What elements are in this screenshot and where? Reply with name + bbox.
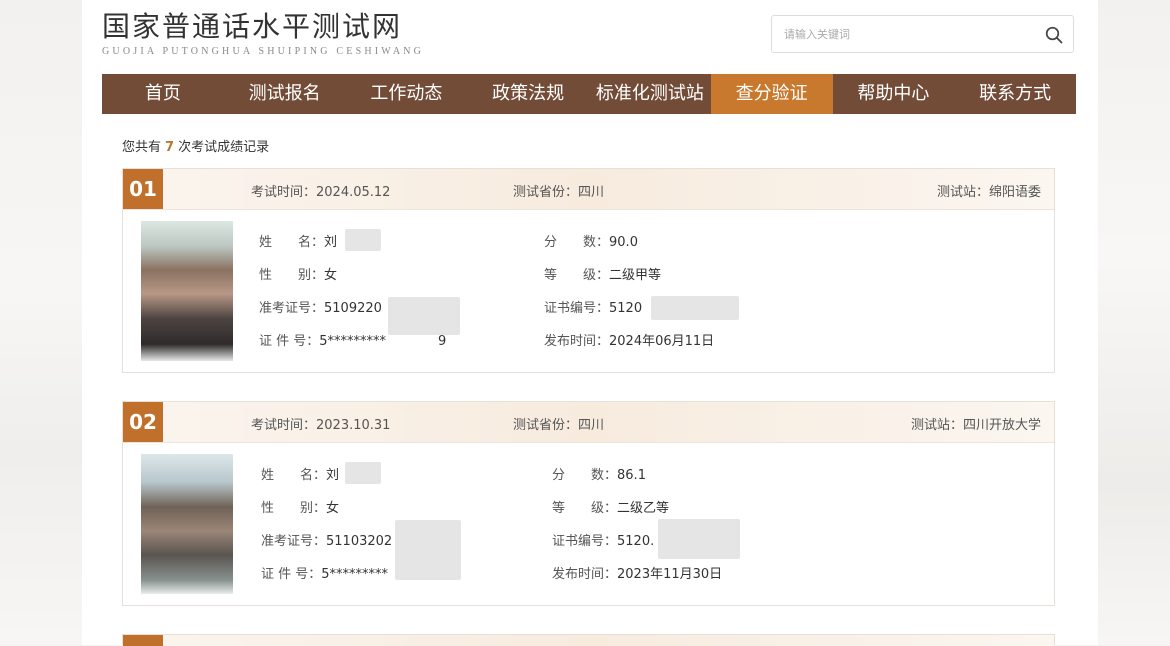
certificate-number-label: 证书编号： xyxy=(552,534,618,549)
record-header: 02 考试时间：2023.10.31 测试省份：四川 测试站：四川开放大学 xyxy=(123,402,1054,443)
search-box xyxy=(771,15,1074,53)
name-label: 姓 名： xyxy=(259,235,325,250)
test-station: 测试站：四川开放大学 xyxy=(910,418,1041,433)
name-label: 姓 名： xyxy=(261,468,327,483)
nav-item-contact[interactable]: 联系方式 xyxy=(954,74,1076,114)
test-province: 测试省份：四川 xyxy=(513,418,605,433)
gender-label: 性 别： xyxy=(259,268,325,283)
main-nav: 首页 测试报名 工作动态 政策法规 标准化测试站 查分验证 帮助中心 联系方式 xyxy=(102,74,1076,114)
id-number-label: 证 件 号： xyxy=(259,334,320,349)
record-card xyxy=(122,634,1055,646)
redaction-blur xyxy=(658,519,740,559)
redaction-blur xyxy=(395,520,461,580)
ticket-number-value: 5109220 xyxy=(324,301,382,316)
redaction-blur xyxy=(345,462,381,484)
certificate-number-field: 证书编号：5120. xyxy=(552,530,654,549)
ticket-number-field: 准考证号：5109220 xyxy=(259,297,382,316)
publish-time-value: 2024年06月11日 xyxy=(609,334,715,349)
gender-field: 性 别：女 xyxy=(261,497,339,516)
redaction-blur xyxy=(345,229,381,251)
certificate-number-label: 证书编号： xyxy=(544,301,610,316)
search-input[interactable] xyxy=(782,24,1026,46)
background-decoration-left xyxy=(0,0,82,645)
record-header: 01 考试时间：2024.05.12 测试省份：四川 测试站：绵阳语委 xyxy=(123,169,1054,210)
id-number-value: 5********* xyxy=(321,567,389,582)
candidate-photo xyxy=(141,454,233,594)
name-field: 姓 名：刘 xyxy=(261,464,339,483)
nav-item-news[interactable]: 工作动态 xyxy=(346,74,468,114)
level-label: 等 级： xyxy=(552,501,618,516)
candidate-photo xyxy=(141,221,233,361)
ticket-number-value: 51103202 xyxy=(326,534,393,549)
record-number-badge xyxy=(123,635,163,646)
score-value: 90.0 xyxy=(609,235,638,250)
certificate-number-value: 5120 xyxy=(609,301,643,316)
record-header xyxy=(123,635,1054,646)
gender-value: 女 xyxy=(324,268,338,283)
site-title-cn: 国家普通话水平测试网 xyxy=(102,10,403,43)
gender-value: 女 xyxy=(326,501,340,516)
level-field: 等 级：二级乙等 xyxy=(552,497,669,516)
site-title-en: GUOJIA PUTONGHUA SHUIPING CESHIWANG xyxy=(102,46,425,57)
record-card: 01 考试时间：2024.05.12 测试省份：四川 测试站：绵阳语委 姓 名：… xyxy=(122,168,1055,373)
score-field: 分 数：90.0 xyxy=(544,231,638,250)
record-count: 7 xyxy=(165,140,175,155)
summary-suffix: 次考试成绩记录 xyxy=(178,140,270,155)
publish-time-value: 2023年11月30日 xyxy=(617,567,723,582)
score-field: 分 数：86.1 xyxy=(552,464,646,483)
site-logo[interactable]: 国家普通话水平测试网 GUOJIA PUTONGHUA SHUIPING CES… xyxy=(102,10,424,57)
name-value: 刘 xyxy=(324,235,338,250)
score-label: 分 数： xyxy=(552,468,618,483)
score-label: 分 数： xyxy=(544,235,610,250)
level-label: 等 级： xyxy=(544,268,610,283)
nav-item-policy[interactable]: 政策法规 xyxy=(467,74,589,114)
publish-time-label: 发布时间： xyxy=(552,567,618,582)
nav-item-test-stations[interactable]: 标准化测试站 xyxy=(589,74,711,114)
summary-prefix: 您共有 xyxy=(122,140,162,155)
background-decoration-right xyxy=(1098,0,1170,645)
nav-item-score-query[interactable]: 查分验证 xyxy=(710,74,833,114)
level-value: 二级甲等 xyxy=(609,268,662,283)
level-value: 二级乙等 xyxy=(617,501,670,516)
id-number-field: 证 件 号：5********* xyxy=(261,563,388,582)
id-number-label: 证 件 号： xyxy=(261,567,322,582)
certificate-number-field: 证书编号：5120 xyxy=(544,297,642,316)
ticket-number-field: 准考证号：51103202 xyxy=(261,530,392,549)
nav-item-home[interactable]: 首页 xyxy=(102,74,224,114)
record-card: 02 考试时间：2023.10.31 测试省份：四川 测试站：四川开放大学 姓 … xyxy=(122,401,1055,606)
record-summary: 您共有 7 次考试成绩记录 xyxy=(122,136,269,155)
record-number-badge: 02 xyxy=(123,402,163,442)
search-icon[interactable] xyxy=(1045,26,1063,44)
certificate-number-value: 5120. xyxy=(617,534,655,549)
id-number-field: 证 件 号：5********* 9 xyxy=(259,330,446,349)
exam-time: 考试时间：2024.05.12 xyxy=(251,185,391,200)
exam-time: 考试时间：2023.10.31 xyxy=(251,418,391,433)
publish-time-field: 发布时间：2023年11月30日 xyxy=(552,563,722,582)
score-value: 86.1 xyxy=(617,468,646,483)
id-number-value: 5********* 9 xyxy=(319,334,447,349)
nav-item-help[interactable]: 帮助中心 xyxy=(833,74,955,114)
test-station: 测试站：绵阳语委 xyxy=(936,185,1041,200)
ticket-number-label: 准考证号： xyxy=(261,534,327,549)
nav-item-registration[interactable]: 测试报名 xyxy=(224,74,346,114)
name-field: 姓 名：刘 xyxy=(259,231,337,250)
redaction-blur xyxy=(651,296,739,320)
record-number-badge: 01 xyxy=(123,169,163,209)
test-province: 测试省份：四川 xyxy=(513,185,605,200)
level-field: 等 级：二级甲等 xyxy=(544,264,661,283)
ticket-number-label: 准考证号： xyxy=(259,301,325,316)
gender-label: 性 别： xyxy=(261,501,327,516)
publish-time-label: 发布时间： xyxy=(544,334,610,349)
page-container: 国家普通话水平测试网 GUOJIA PUTONGHUA SHUIPING CES… xyxy=(82,0,1098,646)
gender-field: 性 别：女 xyxy=(259,264,337,283)
name-value: 刘 xyxy=(326,468,340,483)
publish-time-field: 发布时间：2024年06月11日 xyxy=(544,330,714,349)
